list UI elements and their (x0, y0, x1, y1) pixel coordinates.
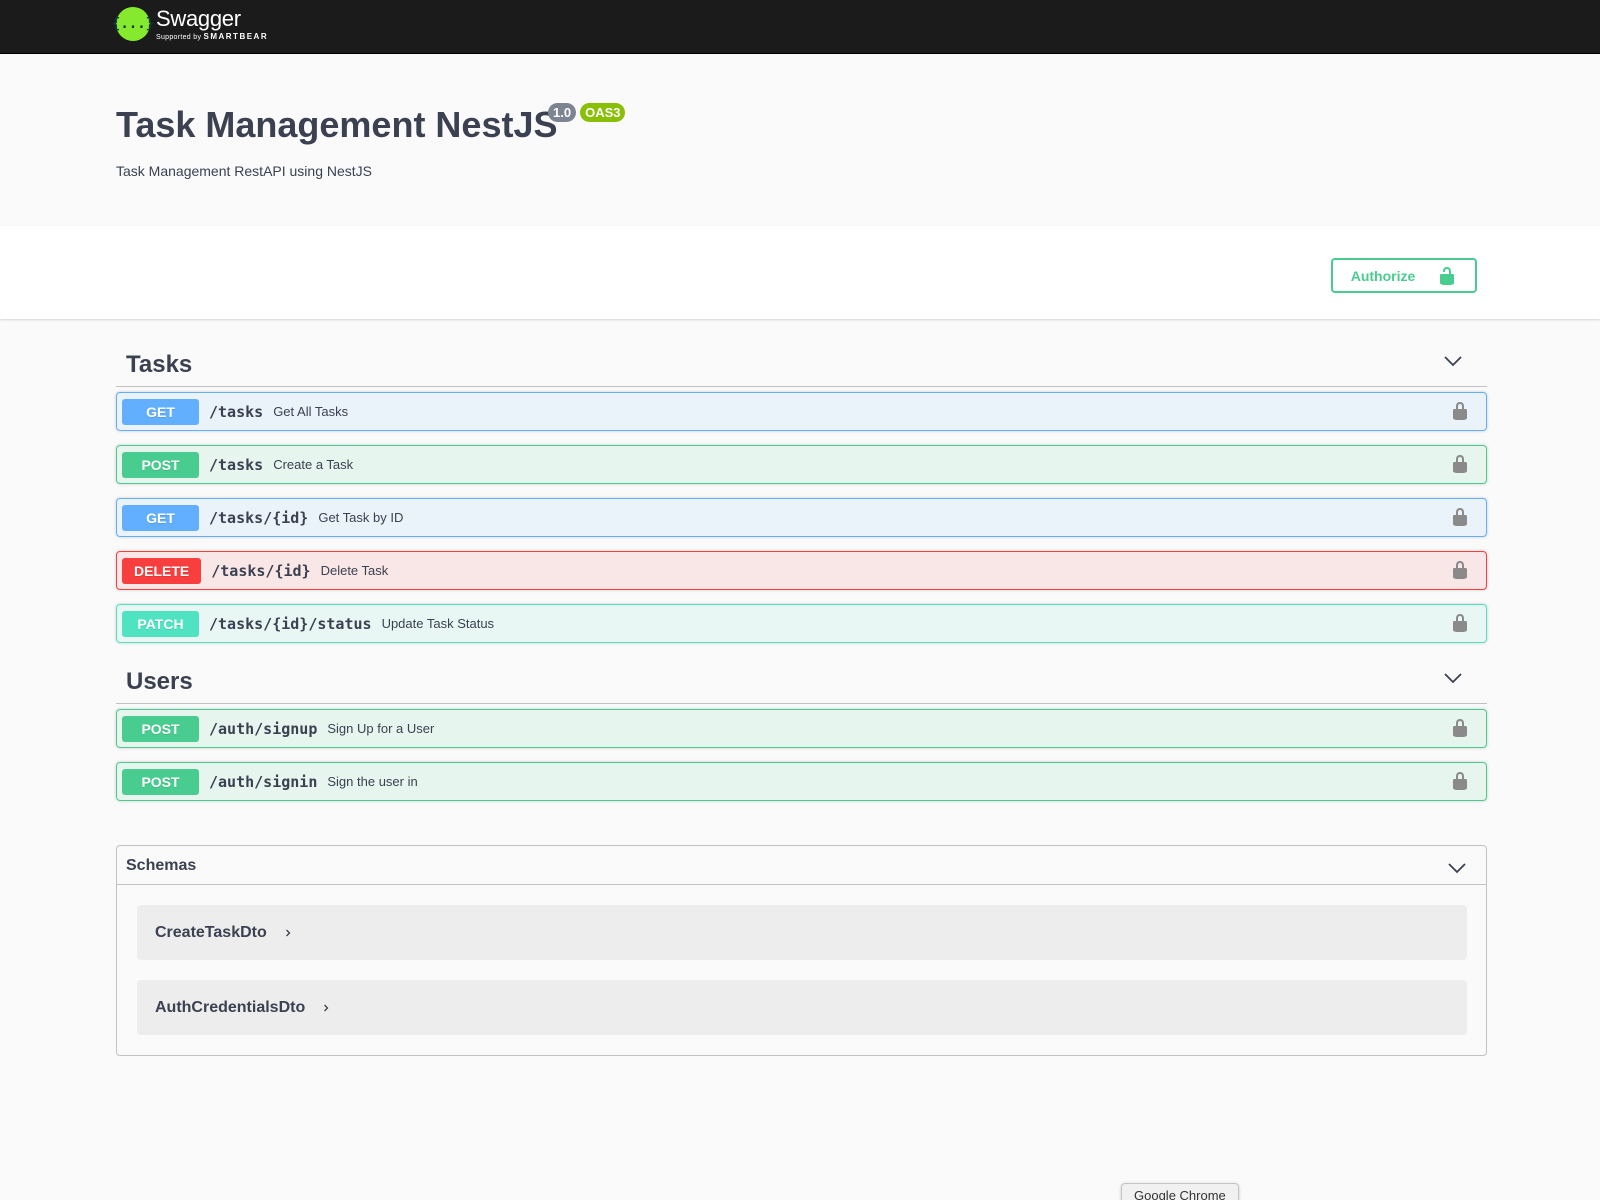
operation-path: /auth/signup (209, 719, 318, 738)
operation-summary: Get Task by ID (318, 510, 404, 525)
operation-path: /tasks (209, 402, 264, 421)
operation-summary: Sign Up for a User (327, 721, 435, 736)
schemas-header[interactable]: Schemas (117, 846, 1486, 885)
schema-item-auth-credentials-dto[interactable]: AuthCredentialsDto (137, 980, 1467, 1035)
lock-icon[interactable] (1450, 613, 1470, 633)
swagger-logo[interactable]: {...} Swagger Supported by SMARTBEAR (112, 5, 269, 41)
api-info: Task Management NestJS 1.0 OAS3 Task Man… (0, 54, 1600, 226)
api-description: Task Management RestAPI using NestJS (116, 163, 373, 179)
oas-badge: OAS3 (580, 103, 626, 122)
method-badge: GET (122, 504, 199, 531)
method-badge: DELETE (122, 557, 202, 584)
method-badge: GET (122, 398, 199, 425)
tag-title: Tasks (126, 351, 193, 378)
schema-name: CreateTaskDto (155, 923, 267, 941)
lock-icon[interactable] (1450, 560, 1470, 580)
operation-post-auth-signin[interactable]: POST /auth/signin Sign the user in (116, 762, 1487, 801)
chevron-down-icon[interactable] (1447, 858, 1467, 878)
logo-name: Swagger (156, 5, 241, 31)
operation-path: /auth/signin (209, 772, 318, 791)
tag-header-users[interactable]: Users (116, 643, 1487, 704)
operation-path: /tasks/{id} (211, 561, 311, 580)
operation-patch-task-status[interactable]: PATCH /tasks/{id}/status Update Task Sta… (116, 604, 1487, 643)
method-badge: POST (122, 451, 199, 478)
method-badge: POST (122, 768, 199, 795)
operation-summary: Create a Task (273, 457, 354, 472)
page-title: Task Management NestJS (116, 104, 558, 145)
method-badge: POST (122, 715, 199, 742)
topbar: {...} Swagger Supported by SMARTBEAR (0, 0, 1600, 54)
chevron-right-icon[interactable] (321, 1003, 331, 1013)
operation-delete-task[interactable]: DELETE /tasks/{id} Delete Task (116, 551, 1487, 590)
scheme-container: Authorize (0, 226, 1600, 319)
version-badge: 1.0 (548, 103, 577, 122)
schemas-section: Schemas CreateTaskDto AuthCredentialsDto (116, 845, 1487, 1056)
tag-header-tasks[interactable]: Tasks (116, 321, 1487, 387)
logo-subtitle: Supported by SMARTBEAR (156, 31, 269, 41)
lock-icon[interactable] (1450, 771, 1470, 791)
operation-summary: Sign the user in (327, 774, 418, 789)
chevron-right-icon[interactable] (283, 928, 293, 938)
operation-post-tasks[interactable]: POST /tasks Create a Task (116, 445, 1487, 484)
chevron-down-icon[interactable] (1443, 351, 1463, 371)
lock-icon[interactable] (1450, 507, 1470, 527)
lock-icon[interactable] (1450, 454, 1470, 474)
operation-post-auth-signup[interactable]: POST /auth/signup Sign Up for a User (116, 709, 1487, 748)
authorize-button[interactable]: Authorize (1331, 258, 1477, 293)
tag-title: Users (126, 668, 193, 695)
unlock-icon (1437, 266, 1457, 286)
operation-get-task-by-id[interactable]: GET /tasks/{id} Get Task by ID (116, 498, 1487, 537)
chevron-down-icon[interactable] (1443, 668, 1463, 688)
chrome-tooltip: Google Chrome (1121, 1183, 1239, 1200)
operation-summary: Delete Task (320, 563, 389, 578)
authorize-label: Authorize (1350, 267, 1416, 284)
lock-icon[interactable] (1450, 401, 1470, 421)
operation-path: /tasks/{id} (209, 508, 309, 527)
operation-path: /tasks/{id}/status (209, 614, 372, 633)
operation-summary: Get All Tasks (273, 404, 349, 419)
schema-name: AuthCredentialsDto (155, 998, 306, 1016)
operation-path: /tasks (209, 455, 264, 474)
lock-icon[interactable] (1450, 718, 1470, 738)
method-badge: PATCH (122, 610, 199, 637)
schemas-title: Schemas (126, 857, 197, 874)
schema-item-create-task-dto[interactable]: CreateTaskDto (137, 905, 1467, 960)
tag-section-tasks: Tasks GET /tasks Get All Tasks POST /tas… (116, 321, 1487, 801)
operation-get-tasks[interactable]: GET /tasks Get All Tasks (116, 392, 1487, 431)
operation-summary: Update Task Status (381, 616, 495, 631)
swagger-logo-icon: {...} (112, 7, 154, 41)
